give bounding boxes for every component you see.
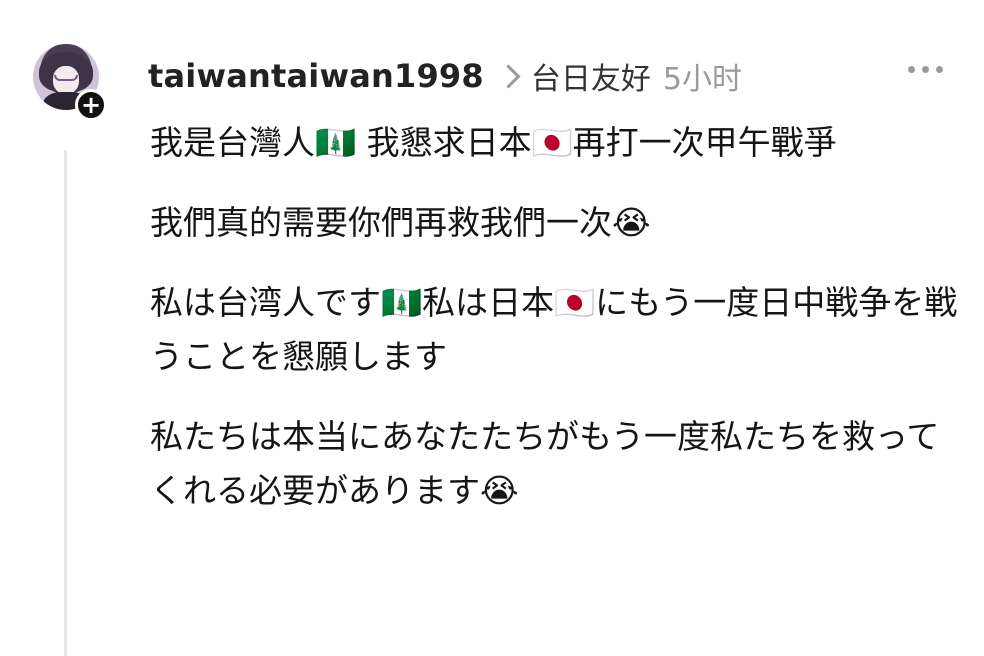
post-paragraph: 我是台灣人🇳🇫 我懇求日本🇯🇵再打一次甲午戰爭 bbox=[150, 123, 837, 162]
thread-line bbox=[64, 150, 67, 656]
post-header: taiwantaiwan1998 台日友好 5小时 bbox=[148, 50, 742, 102]
plus-icon: + bbox=[80, 91, 102, 119]
follow-button[interactable]: + bbox=[75, 89, 107, 121]
post-time: 5小时 bbox=[662, 62, 742, 97]
topic-link[interactable]: 台日友好 bbox=[531, 54, 651, 98]
post-paragraph: 我們真的需要你們再救我們一次😭 bbox=[150, 203, 651, 242]
more-options-button[interactable] bbox=[908, 66, 943, 73]
post-paragraph: 私は台湾人です🇳🇫私は日本🇯🇵にもう一度日中戦争を戦うことを懇願します bbox=[150, 283, 958, 376]
more-horizontal-icon bbox=[908, 66, 915, 73]
username[interactable]: taiwantaiwan1998 bbox=[148, 57, 484, 95]
post-content: 我是台灣人🇳🇫 我懇求日本🇯🇵再打一次甲午戰爭 我們真的需要你們再救我們一次😭 … bbox=[150, 116, 970, 544]
avatar-glasses bbox=[54, 75, 78, 81]
post-paragraph: 私たちは本当にあなたたちがもう一度私たちを救ってくれる必要があります😭 bbox=[150, 417, 940, 510]
chevron-right-icon bbox=[496, 63, 521, 89]
